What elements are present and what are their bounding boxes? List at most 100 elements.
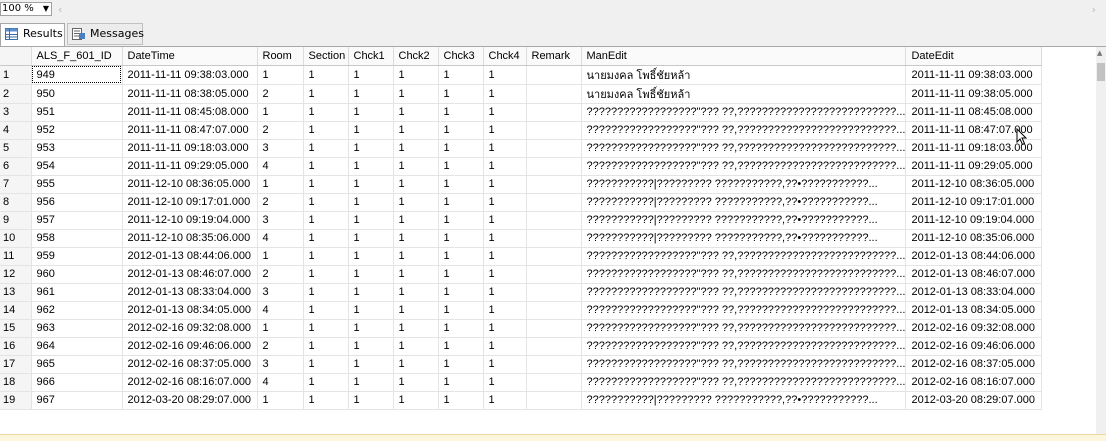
table-cell[interactable]: 1 xyxy=(438,391,484,410)
table-cell[interactable]: 1 xyxy=(303,211,349,230)
row-number-cell[interactable]: 11 xyxy=(0,247,32,266)
table-cell[interactable]: 1 xyxy=(483,337,527,356)
table-cell[interactable]: 1 xyxy=(348,229,394,248)
column-header[interactable]: DateEdit xyxy=(905,47,1043,66)
table-cell[interactable]: 1 xyxy=(348,65,394,85)
table-cell[interactable]: 2 xyxy=(257,193,304,212)
table-cell[interactable]: 954 xyxy=(31,157,123,176)
table-cell[interactable]: 1 xyxy=(438,265,484,284)
scroll-up-icon[interactable]: ▲ xyxy=(1097,49,1102,57)
table-row[interactable]: 6 954 2011-11-11 09:29:05.000 4 1 1 1 1 1???????… xyxy=(0,157,1043,176)
table-cell[interactable]: 1 xyxy=(303,121,349,140)
table-cell[interactable]: 2011-11-11 08:47:07.000 xyxy=(122,121,258,140)
table-cell[interactable]: 2011-11-11 08:38:05.000 xyxy=(122,84,258,104)
table-cell[interactable]: 1 xyxy=(438,229,484,248)
table-cell[interactable]: 2011-12-10 09:19:04.000 xyxy=(905,211,1043,230)
table-cell[interactable]: 956 xyxy=(31,193,123,212)
column-header[interactable]: Room xyxy=(257,47,304,66)
table-cell[interactable] xyxy=(526,84,582,104)
table-row[interactable]: 5 953 2011-11-11 09:18:03.000 3 1 1 1 1 1???????… xyxy=(0,139,1043,158)
column-header[interactable]: Chck3 xyxy=(438,47,484,66)
table-cell[interactable]: 4 xyxy=(257,229,304,248)
table-cell[interactable]: 1 xyxy=(303,65,349,85)
row-number-cell[interactable]: 1 xyxy=(0,65,32,85)
table-cell[interactable]: 949 xyxy=(31,65,123,85)
table-cell[interactable]: 2012-02-16 08:16:07.000 xyxy=(905,373,1043,392)
table-cell[interactable]: 951 xyxy=(31,103,123,122)
column-header[interactable]: Remark xyxy=(526,47,582,66)
table-cell[interactable]: 1 xyxy=(348,265,394,284)
table-cell[interactable]: 1 xyxy=(483,319,527,338)
table-cell[interactable]: 1 xyxy=(303,373,349,392)
table-cell[interactable] xyxy=(526,193,582,212)
table-cell[interactable]: ??????????????????"??? ??,??????????????… xyxy=(581,103,907,122)
table-cell[interactable]: 1 xyxy=(483,121,527,140)
table-cell[interactable]: 1 xyxy=(483,301,527,320)
table-cell[interactable]: ??????????????????"??? ??,??????????????… xyxy=(581,157,907,176)
table-cell[interactable]: 1 xyxy=(348,193,394,212)
table-cell[interactable]: 966 xyxy=(31,373,123,392)
table-cell[interactable]: 1 xyxy=(303,157,349,176)
table-cell[interactable]: 1 xyxy=(483,391,527,410)
table-cell[interactable]: 1 xyxy=(393,65,439,85)
table-cell[interactable]: 1 xyxy=(303,355,349,374)
vertical-scrollbar[interactable]: ▲ xyxy=(1096,47,1106,438)
table-cell[interactable]: 1 xyxy=(438,301,484,320)
table-cell[interactable]: 2011-11-11 08:45:08.000 xyxy=(905,103,1043,122)
table-cell[interactable]: 1 xyxy=(438,84,484,104)
table-cell[interactable]: 2011-11-11 09:38:03.000 xyxy=(122,65,258,85)
row-number-cell[interactable]: 9 xyxy=(0,211,32,230)
table-cell[interactable]: ??????????????????"??? ??,??????????????… xyxy=(581,247,907,266)
table-cell[interactable] xyxy=(526,301,582,320)
table-cell[interactable]: 3 xyxy=(257,139,304,158)
table-cell[interactable]: 1 xyxy=(393,84,439,104)
table-cell[interactable] xyxy=(526,175,582,194)
row-number-cell[interactable]: 17 xyxy=(0,355,32,374)
table-cell[interactable]: 1 xyxy=(348,391,394,410)
row-number-header[interactable] xyxy=(0,47,32,66)
column-header[interactable]: ALS_F_601_ID xyxy=(31,47,123,66)
table-cell[interactable]: 2011-12-10 08:35:06.000 xyxy=(122,229,258,248)
table-cell[interactable]: 1 xyxy=(348,301,394,320)
table-cell[interactable]: ??????????????????"??? ??,??????????????… xyxy=(581,373,907,392)
table-cell[interactable]: ??????????????????"??? ??,??????????????… xyxy=(581,301,907,320)
table-cell[interactable]: 1 xyxy=(483,65,527,85)
table-cell[interactable]: 2011-11-11 09:38:05.000 xyxy=(905,84,1043,104)
table-cell[interactable] xyxy=(526,337,582,356)
table-cell[interactable]: 1 xyxy=(348,211,394,230)
row-number-cell[interactable]: 16 xyxy=(0,337,32,356)
table-cell[interactable]: 2012-01-13 08:33:04.000 xyxy=(905,283,1043,302)
column-header[interactable]: ManEdit xyxy=(581,47,907,66)
row-number-cell[interactable]: 14 xyxy=(0,301,32,320)
table-cell[interactable]: 2011-11-11 09:29:05.000 xyxy=(905,157,1043,176)
table-cell[interactable]: 1 xyxy=(348,319,394,338)
table-cell[interactable]: ??????????????????"??? ??,??????????????… xyxy=(581,283,907,302)
table-row[interactable]: 4 952 2011-11-11 08:47:07.000 2 1 1 1 1 1???????… xyxy=(0,121,1043,140)
table-cell[interactable]: ??????????????????"??? ??,??????????????… xyxy=(581,265,907,284)
table-cell[interactable]: 2012-01-13 08:44:06.000 xyxy=(905,247,1043,266)
table-row[interactable]: 1 949 2011-11-11 09:38:03.000 1 1 1 1 1 1 นายมงคล… xyxy=(0,65,1043,85)
table-cell[interactable]: 1 xyxy=(303,193,349,212)
table-cell[interactable]: 1 xyxy=(483,229,527,248)
column-header[interactable]: Chck2 xyxy=(393,47,439,66)
row-number-cell[interactable]: 18 xyxy=(0,373,32,392)
table-cell[interactable] xyxy=(526,265,582,284)
table-cell[interactable]: 2011-12-10 08:36:05.000 xyxy=(122,175,258,194)
table-row[interactable]: 3 951 2011-11-11 08:45:08.000 1 1 1 1 1 1???????… xyxy=(0,103,1043,122)
table-cell[interactable] xyxy=(526,373,582,392)
table-cell[interactable]: 952 xyxy=(31,121,123,140)
table-cell[interactable]: 4 xyxy=(257,301,304,320)
table-row[interactable]: 10 958 2011-12-10 08:35:06.000 4 1 1 1 1 1??????… xyxy=(0,229,1043,248)
table-cell[interactable]: ???????????|????????? ???????????,??•???… xyxy=(581,211,907,230)
table-row[interactable]: 14 962 2012-01-13 08:34:05.000 4 1 1 1 1 1??????… xyxy=(0,301,1043,320)
table-cell[interactable]: 4 xyxy=(257,157,304,176)
table-cell[interactable]: 2011-12-10 08:35:06.000 xyxy=(905,229,1043,248)
table-cell[interactable]: 962 xyxy=(31,301,123,320)
row-number-cell[interactable]: 8 xyxy=(0,193,32,212)
table-cell[interactable] xyxy=(526,65,582,85)
table-cell[interactable]: 1 xyxy=(393,139,439,158)
table-cell[interactable]: 1 xyxy=(348,175,394,194)
table-cell[interactable]: 953 xyxy=(31,139,123,158)
table-cell[interactable]: 1 xyxy=(483,283,527,302)
table-cell[interactable]: 1 xyxy=(438,319,484,338)
